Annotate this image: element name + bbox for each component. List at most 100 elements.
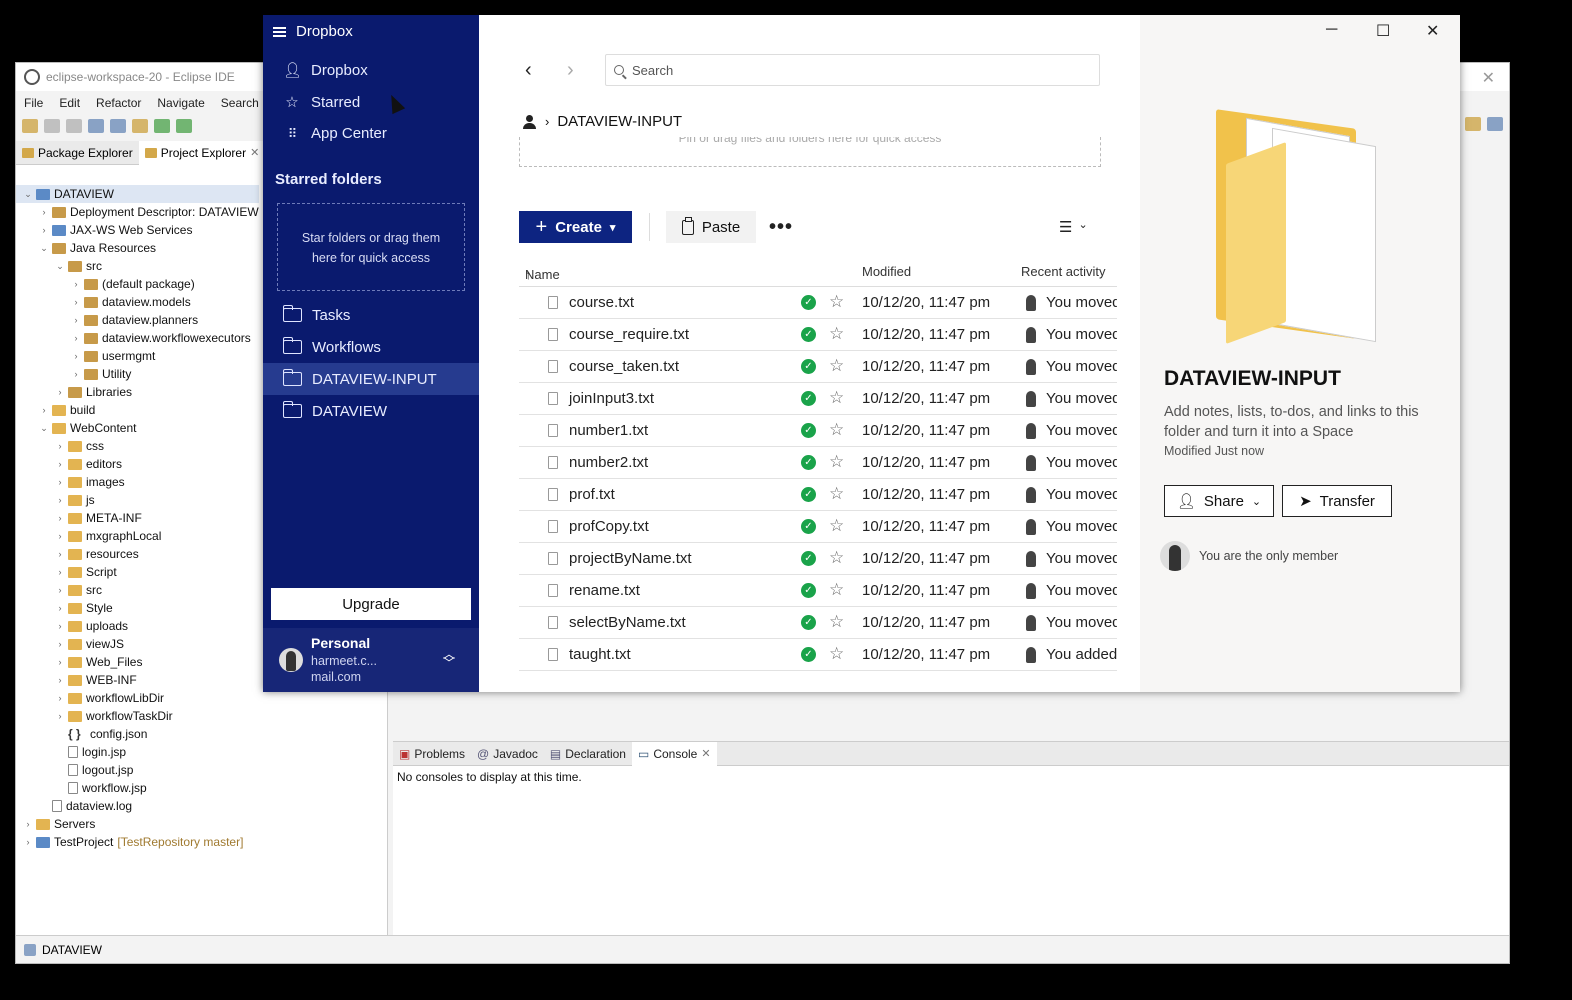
table-row[interactable]: course_taken.txt ✓ ☆ 10/12/20, 11:47 pm You … [519, 351, 1117, 383]
star-icon[interactable]: ☆ [829, 516, 844, 536]
tree-item[interactable]: ⌄ src [16, 257, 259, 275]
expanded-twisty-icon[interactable]: ⌄ [38, 239, 50, 257]
quick-access-drop-zone[interactable]: Pin or drag files and folders here for q… [519, 137, 1101, 167]
debug-icon[interactable] [176, 119, 192, 133]
file-name[interactable]: projectByName.txt [569, 550, 692, 567]
file-name[interactable]: course_require.txt [569, 326, 689, 343]
sidebar-folder-dataview[interactable]: DATAVIEW [263, 395, 479, 427]
collapsed-twisty-icon[interactable]: › [70, 329, 82, 347]
tree-item[interactable]: ⌄ Java Resources [16, 239, 259, 257]
skip-breakpoints-icon[interactable] [110, 119, 126, 133]
column-modified[interactable]: Modified [862, 264, 911, 279]
collapsed-twisty-icon[interactable]: › [54, 545, 66, 563]
tree-item[interactable]: › Script [16, 563, 259, 581]
collapsed-twisty-icon[interactable]: › [54, 653, 66, 671]
tree-item[interactable]: › dataview.models [16, 293, 259, 311]
nav-item-starred[interactable]: ☆ Starred [283, 93, 360, 112]
java-perspective-icon[interactable] [1487, 117, 1503, 131]
starred-drop-zone[interactable]: Star folders or drag them here for quick… [277, 203, 465, 291]
table-row[interactable]: number2.txt ✓ ☆ 10/12/20, 11:47 pm You moved [519, 447, 1117, 479]
save-all-icon[interactable] [66, 119, 82, 133]
nav-item-dropbox[interactable]: 👤︎ Dropbox [283, 61, 368, 80]
tree-item[interactable]: › mxgraphLocal [16, 527, 259, 545]
tree-item[interactable]: › Utility [16, 365, 259, 383]
more-options-icon[interactable]: ••• [769, 216, 793, 239]
collapsed-twisty-icon[interactable]: › [54, 599, 66, 617]
person-icon[interactable] [523, 114, 537, 129]
tree-item[interactable]: › editors [16, 455, 259, 473]
close-tab-icon[interactable]: ✕ [250, 146, 259, 159]
table-row[interactable]: course.txt ✓ ☆ 10/12/20, 11:47 pm You moved [519, 287, 1117, 319]
expanded-twisty-icon[interactable]: ⌄ [22, 185, 34, 203]
save-icon[interactable] [44, 119, 60, 133]
sidebar-folder-tasks[interactable]: Tasks [263, 299, 479, 331]
collapsed-twisty-icon[interactable]: › [54, 689, 66, 707]
collapsed-twisty-icon[interactable]: › [54, 563, 66, 581]
file-name[interactable]: rename.txt [569, 582, 640, 599]
star-icon[interactable]: ☆ [829, 420, 844, 440]
file-name[interactable]: number1.txt [569, 422, 648, 439]
collapsed-twisty-icon[interactable]: › [70, 293, 82, 311]
minimize-icon[interactable]: ─ [1326, 21, 1337, 39]
file-name[interactable]: selectByName.txt [569, 614, 686, 631]
collapsed-twisty-icon[interactable]: › [54, 437, 66, 455]
expanded-twisty-icon[interactable]: ⌄ [38, 419, 50, 437]
table-row[interactable]: course_require.txt ✓ ☆ 10/12/20, 11:47 pm Yo… [519, 319, 1117, 351]
tab-declaration[interactable]: ▤ Declaration [544, 747, 632, 761]
file-name[interactable]: prof.txt [569, 486, 615, 503]
nav-item-app-center[interactable]: ⠿ App Center [283, 125, 387, 142]
view-options-button[interactable]: ☰ ⌄ [1059, 218, 1088, 236]
hamburger-menu-icon[interactable] [273, 26, 286, 37]
tree-item[interactable]: › dataview.workflowexecutors [16, 329, 259, 347]
tree-item[interactable]: › WEB-INF [16, 671, 259, 689]
tree-item[interactable]: › uploads [16, 617, 259, 635]
file-name[interactable]: course.txt [569, 294, 634, 311]
collapsed-twisty-icon[interactable]: › [22, 815, 34, 833]
tab-javadoc[interactable]: @ Javadoc [471, 747, 544, 761]
collapsed-twisty-icon[interactable]: › [54, 671, 66, 689]
eclipse-close-icon[interactable]: ✕ [1482, 68, 1495, 88]
star-icon[interactable]: ☆ [829, 644, 844, 664]
tab-problems[interactable]: ▣ Problems [393, 747, 471, 761]
tree-item[interactable]: › Style [16, 599, 259, 617]
collapsed-twisty-icon[interactable]: › [38, 401, 50, 419]
upgrade-button[interactable]: Upgrade [271, 588, 471, 620]
tree-item[interactable]: › viewJS [16, 635, 259, 653]
table-row[interactable]: selectByName.txt ✓ ☆ 10/12/20, 11:47 pm You … [519, 607, 1117, 639]
collapsed-twisty-icon[interactable]: › [54, 617, 66, 635]
expanded-twisty-icon[interactable]: ⌄ [54, 257, 66, 275]
account-switcher[interactable]: Personal harmeet.c... mail.com ︿ ﹀ [263, 628, 479, 692]
star-icon[interactable]: ☆ [829, 452, 844, 472]
new-icon[interactable] [22, 119, 38, 133]
close-icon[interactable]: ✕ [1426, 21, 1439, 41]
tree-item[interactable]: › workflowTaskDir [16, 707, 259, 725]
tree-item[interactable]: › usermgmt [16, 347, 259, 365]
table-row[interactable]: prof.txt ✓ ☆ 10/12/20, 11:47 pm You moved [519, 479, 1117, 511]
tree-item[interactable]: logout.jsp [16, 761, 259, 779]
tree-item[interactable]: login.jsp [16, 743, 259, 761]
tree-item[interactable]: › dataview.planners [16, 311, 259, 329]
collapsed-twisty-icon[interactable]: › [70, 275, 82, 293]
tree-item[interactable]: ⌄ WebContent [16, 419, 259, 437]
file-name[interactable]: joinInput3.txt [569, 390, 654, 407]
search-input[interactable] [632, 62, 1072, 78]
tree-item[interactable]: dataview.log [16, 797, 259, 815]
star-icon[interactable]: ☆ [829, 484, 844, 504]
collapsed-twisty-icon[interactable]: › [22, 833, 34, 851]
file-name[interactable]: number2.txt [569, 454, 648, 471]
tab-package-explorer[interactable]: Package Explorer [16, 141, 139, 165]
tree-item[interactable]: › js [16, 491, 259, 509]
run-icon[interactable] [154, 119, 170, 133]
star-icon[interactable]: ☆ [829, 292, 844, 312]
tree-item[interactable]: › build [16, 401, 259, 419]
tree-item[interactable]: › css [16, 437, 259, 455]
collapsed-twisty-icon[interactable]: › [38, 221, 50, 239]
collapsed-twisty-icon[interactable]: › [54, 509, 66, 527]
table-row[interactable]: profCopy.txt ✓ ☆ 10/12/20, 11:47 pm You move… [519, 511, 1117, 543]
create-button[interactable]: + Create ▾ [519, 211, 632, 243]
space-prompt[interactable]: Add notes, lists, to-dos, and links to t… [1164, 402, 1444, 442]
collapsed-twisty-icon[interactable]: › [54, 455, 66, 473]
file-name[interactable]: course_taken.txt [569, 358, 679, 375]
tree-item[interactable]: › Servers [16, 815, 259, 833]
forward-arrow-icon[interactable]: › [567, 59, 574, 82]
